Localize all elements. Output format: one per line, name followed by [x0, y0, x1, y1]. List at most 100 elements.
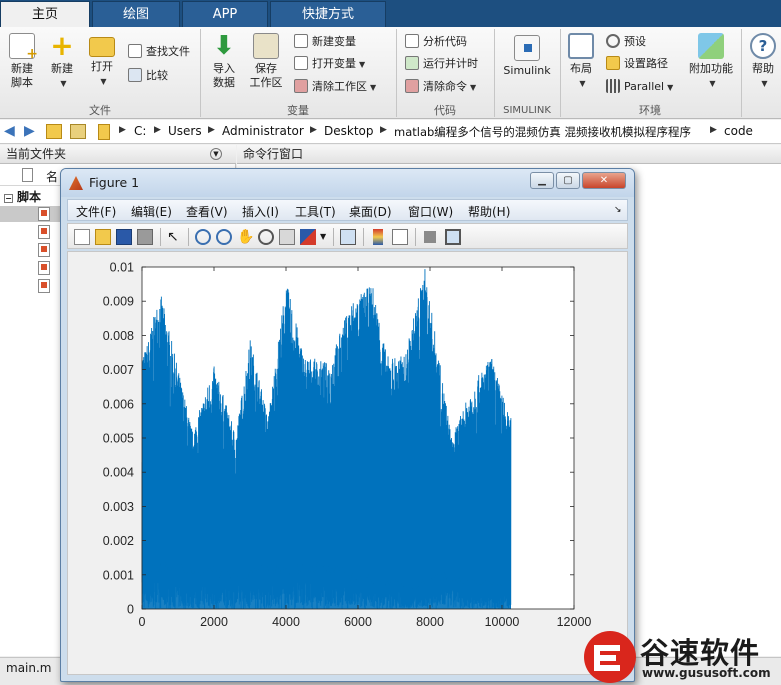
menu-window[interactable]: 窗口(W): [408, 203, 453, 220]
run-and-time-button[interactable]: 运行并计时: [405, 55, 478, 73]
current-folder-title: 当前文件夹: [6, 147, 67, 161]
toolbar-divider: [333, 228, 334, 246]
show-plot-tools-icon[interactable]: [445, 229, 461, 245]
hide-plot-tools-icon[interactable]: [424, 231, 436, 243]
find-files-button[interactable]: 查找文件: [128, 43, 190, 61]
clear-workspace-button[interactable]: 清除工作区 ▼: [294, 78, 376, 96]
y-tick-label: 0: [127, 603, 134, 617]
analyze-code-button[interactable]: 分析代码: [405, 33, 467, 51]
maximize-button[interactable]: ▢: [556, 172, 580, 189]
save-icon[interactable]: [116, 229, 132, 245]
list-item[interactable]: [0, 242, 62, 258]
menu-tools[interactable]: 工具(T): [295, 203, 336, 220]
compare-icon: [128, 68, 142, 82]
find-files-icon: [128, 44, 142, 58]
open-button[interactable]: 打开 ▼: [84, 33, 120, 89]
file-group-label: 文件: [89, 104, 111, 117]
figure-canvas: 0 2000 4000 6000 8000 10000 12000 0 0.001 0.002 0.…: [67, 251, 628, 675]
new-script-button[interactable]: + 新建 脚本: [4, 33, 40, 90]
waveform-chart: 0 2000 4000 6000 8000 10000 1200000.0010.0020.…: [103, 261, 592, 630]
new-variable-label: 新建变量: [312, 35, 356, 48]
preferences-button[interactable]: 预设: [606, 33, 646, 51]
open-variable-button[interactable]: 打开变量 ▼: [294, 55, 365, 73]
list-item[interactable]: [0, 206, 62, 222]
menu-insert[interactable]: 插入(I): [242, 203, 279, 220]
list-item[interactable]: [0, 260, 62, 276]
breadcrumb-users[interactable]: Users: [168, 124, 202, 138]
menu-view[interactable]: 查看(V): [186, 203, 228, 220]
minimize-button[interactable]: ▁: [530, 172, 554, 189]
print-icon[interactable]: [137, 229, 153, 245]
list-item[interactable]: [0, 224, 62, 240]
simulink-group-label: SIMULINK: [503, 105, 551, 116]
new-figure-icon[interactable]: [74, 229, 90, 245]
colorbar-icon[interactable]: [373, 229, 383, 245]
browse-folder-icon[interactable]: [70, 124, 86, 139]
toolbar-divider: [160, 228, 161, 246]
link-plot-icon[interactable]: [340, 229, 356, 245]
file-type-icon: [22, 168, 33, 182]
chevron-down-icon: ▼: [579, 79, 586, 88]
clear-commands-button[interactable]: 清除命令 ▼: [405, 78, 476, 96]
rotate-3d-icon[interactable]: [258, 229, 274, 245]
brush-icon[interactable]: [300, 229, 316, 245]
pan-hand-icon[interactable]: ✋: [237, 229, 254, 245]
tab-home[interactable]: 主页: [0, 1, 90, 28]
chevron-down-icon[interactable]: ▼: [320, 229, 328, 245]
clear-commands-label: 清除命令: [423, 80, 467, 93]
up-folder-icon[interactable]: [46, 124, 62, 139]
forward-arrow-icon[interactable]: ▶: [24, 123, 35, 139]
open-file-icon[interactable]: [95, 229, 111, 245]
menu-file[interactable]: 文件(F): [76, 203, 116, 220]
tab-plots[interactable]: 绘图: [92, 1, 180, 27]
legend-icon[interactable]: [392, 229, 408, 245]
chevron-right-icon: ▶: [710, 125, 717, 135]
dock-arrow-icon[interactable]: ↘: [614, 205, 622, 215]
addons-label: 附加功能: [689, 62, 733, 75]
new-variable-button[interactable]: 新建变量: [294, 33, 356, 51]
toolbar-divider: [415, 228, 416, 246]
tree-root[interactable]: − 脚本: [4, 189, 41, 205]
zoom-out-icon[interactable]: [216, 229, 232, 245]
breadcrumb-code[interactable]: code: [724, 124, 753, 138]
chevron-down-icon: ▼: [370, 83, 377, 92]
breadcrumb-project[interactable]: matlab编程多个信号的混频仿真 混频接收机模拟程序程序: [394, 124, 691, 140]
new-variable-icon: [294, 34, 308, 48]
menu-edit[interactable]: 编辑(E): [131, 203, 172, 220]
new-button[interactable]: + 新建 ▼: [44, 32, 80, 91]
chevron-right-icon: ▶: [310, 125, 317, 135]
name-column-header[interactable]: 名: [46, 168, 58, 185]
parallel-button[interactable]: Parallel ▼: [606, 78, 673, 96]
compare-button[interactable]: 比较: [128, 67, 168, 85]
layout-button[interactable]: 布局 ▼: [564, 33, 598, 91]
open-label: 打开: [91, 60, 113, 73]
addons-button[interactable]: 附加功能 ▼: [686, 33, 736, 91]
set-path-button[interactable]: 设置路径: [606, 55, 668, 73]
pointer-icon[interactable]: ↖: [167, 229, 183, 245]
breadcrumb-administrator[interactable]: Administrator: [222, 124, 304, 138]
x-tick-label: 0: [139, 615, 146, 629]
figure-title-bar[interactable]: Figure 1 ▁ ▢ ✕: [61, 169, 634, 197]
zoom-in-icon[interactable]: [195, 229, 211, 245]
tab-apps[interactable]: APP: [182, 1, 268, 27]
close-icon: ✕: [599, 175, 609, 186]
panel-menu-icon[interactable]: ▼: [210, 148, 222, 160]
save-workspace-button[interactable]: 保存 工作区: [246, 33, 286, 90]
breadcrumb-desktop[interactable]: Desktop: [324, 124, 374, 138]
tab-shortcuts[interactable]: 快捷方式: [270, 1, 386, 27]
addons-cubes-icon: [698, 33, 724, 59]
chevron-down-icon: ▼: [60, 79, 67, 88]
breadcrumb-c[interactable]: C:: [134, 124, 146, 138]
list-item[interactable]: [0, 278, 62, 294]
menu-help[interactable]: 帮助(H): [468, 203, 510, 220]
new-label: 新建: [51, 62, 73, 75]
chevron-down-icon: ▼: [667, 83, 674, 92]
simulink-button[interactable]: Simulink: [500, 35, 554, 78]
close-button[interactable]: ✕: [582, 172, 626, 189]
import-data-button[interactable]: ⬇ 导入 数据: [205, 33, 243, 90]
help-button[interactable]: ? 帮助 ▼: [746, 33, 780, 91]
data-cursor-icon[interactable]: [279, 229, 295, 245]
menu-desktop[interactable]: 桌面(D): [349, 203, 392, 220]
back-arrow-icon[interactable]: ◀: [4, 123, 15, 139]
figure-window[interactable]: Figure 1 ▁ ▢ ✕ 文件(F) 编辑(E) 查看(V) 插入(I) 工…: [60, 168, 635, 682]
